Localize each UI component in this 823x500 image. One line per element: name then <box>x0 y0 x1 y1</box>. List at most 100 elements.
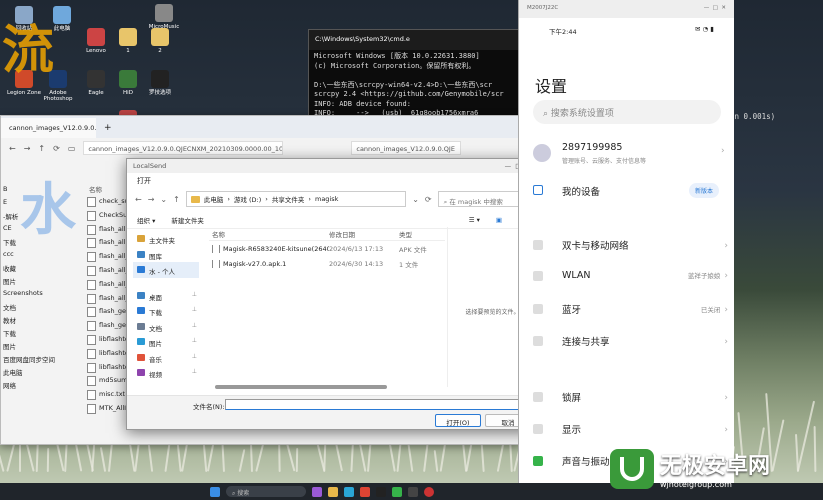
list-item[interactable]: libflashtool <box>83 346 128 360</box>
horizontal-scrollbar[interactable] <box>215 385 387 389</box>
my-device-label[interactable]: 我的设备 <box>562 184 600 198</box>
dialog-sidebar-item[interactable]: 主文件夹 <box>133 231 199 247</box>
view-options-icon[interactable]: ☰ ▾ <box>469 216 480 224</box>
chrome-icon[interactable] <box>360 486 370 497</box>
sidebar-item[interactable]: 文档 <box>1 299 65 312</box>
dialog-search-input[interactable]: ⌕ 在 magisk 中搜索 <box>437 191 529 207</box>
sidebar-item[interactable]: 图片 <box>1 338 65 351</box>
breadcrumb[interactable]: 此电脑 › 游戏 (D:) › 共享文件夹 › magisk <box>185 191 407 207</box>
wechat-icon[interactable] <box>392 486 402 497</box>
list-item[interactable]: flash_all.sh <box>83 235 128 249</box>
forward-icon[interactable]: → <box>148 195 155 204</box>
list-item[interactable]: MTK_AllInC <box>83 401 128 415</box>
sidebar-item[interactable]: 收藏 <box>1 260 65 273</box>
column-header-name[interactable]: 名称 <box>83 182 128 194</box>
list-item[interactable]: libflashtool <box>83 360 128 374</box>
list-item[interactable]: flash_gen_r <box>83 318 128 332</box>
column-date[interactable]: 修改日期 <box>329 229 399 239</box>
back-icon[interactable]: ← <box>9 144 16 153</box>
sidebar-item[interactable]: 图片 <box>1 273 65 286</box>
dialog-sidebar-item[interactable]: 文档 ⊥ <box>133 319 199 335</box>
list-item[interactable]: check_sum <box>83 194 128 208</box>
chevron-down-icon[interactable]: ⌄ <box>160 195 167 204</box>
list-item[interactable]: flash_all.ba <box>83 222 128 236</box>
new-tab-button[interactable]: + <box>96 118 120 138</box>
cmd-titlebar[interactable]: C:\Windows\System32\cmd.e <box>309 30 519 50</box>
edge-icon[interactable] <box>344 486 354 497</box>
sidebar-item[interactable]: 下载 <box>1 325 65 338</box>
window-controls[interactable]: — □ ✕ <box>704 5 726 13</box>
sidebar-item[interactable]: 此电脑 <box>1 364 65 377</box>
phone-mirror-window[interactable]: M2007J22C — □ ✕ 下午2:44 ✉ ◔ ▮ 设置 ⌕ 搜索系统设置… <box>518 0 734 500</box>
settings-row[interactable]: 显示 › <box>533 422 728 436</box>
explorer-address-bar-2[interactable]: cannon_images_V12.0.9.0.QJE <box>351 141 462 155</box>
refresh-icon[interactable]: ⟳ <box>425 195 432 204</box>
sidebar-item[interactable]: ccc <box>1 247 65 260</box>
organize-button[interactable]: 组织 ▾ <box>137 215 155 225</box>
new-folder-button[interactable]: 新建文件夹 <box>171 215 204 225</box>
qq-icon[interactable] <box>376 486 386 497</box>
forward-icon[interactable]: → <box>24 144 31 153</box>
preview-pane-icon[interactable]: ▣ <box>496 216 502 224</box>
dialog-sidebar-item[interactable]: 视频 ⊥ <box>133 365 199 381</box>
dialog-sidebar-item[interactable]: 桌面 ⊥ <box>133 288 199 304</box>
cmd-output[interactable]: Microsoft Windows [版本 10.0.22631.3880] (c… <box>309 50 519 121</box>
list-item[interactable]: flash_all_ex <box>83 249 128 263</box>
explorer-address-bar[interactable]: cannon_images_V12.0.9.0.QJECNXM_20210309… <box>83 141 284 155</box>
breadcrumb-item[interactable]: magisk <box>315 195 338 203</box>
settings-row[interactable]: WLAN 蓝祥子娘娘 › <box>533 270 728 281</box>
sidebar-item[interactable]: 百度网盘同步空间 <box>1 351 65 364</box>
explorer-tab[interactable]: cannon_images_V12.0.9.0.QJE <box>1 118 96 138</box>
list-item[interactable]: md5sum.ex <box>83 373 128 387</box>
breadcrumb-item[interactable]: 游戏 (D:) <box>234 194 261 204</box>
list-item[interactable]: CheckSum_ <box>83 208 128 222</box>
new-version-badge[interactable]: 新版本 <box>689 183 720 198</box>
sidebar-item[interactable]: 教材 <box>1 312 65 325</box>
back-icon[interactable]: ← <box>135 195 142 204</box>
desktop-icon[interactable]: MicroMusic <box>144 4 184 30</box>
localsend-titlebar[interactable]: LocalSend — □ ✕ <box>127 159 537 173</box>
dialog-sidebar-item[interactable]: 图片 ⊥ <box>133 334 199 350</box>
list-item[interactable]: libflashtool <box>83 332 128 346</box>
desktop-icon[interactable]: 罗技选项 <box>140 70 180 96</box>
filename-input[interactable] <box>225 399 527 410</box>
dialog-sidebar-item[interactable]: 音乐 ⊥ <box>133 350 199 366</box>
folder-icon[interactable] <box>328 486 338 497</box>
file-row[interactable]: Magisk-R6583240E-kitsune(26403).a...2024… <box>209 241 445 256</box>
chevron-down-icon[interactable]: ⌄ <box>412 195 419 204</box>
list-item[interactable]: flash_all_ex <box>83 263 128 277</box>
list-item[interactable]: flash_all_lo <box>83 277 128 291</box>
record-icon[interactable] <box>424 486 434 497</box>
list-item[interactable]: flash_all_lo <box>83 291 128 305</box>
avatar[interactable] <box>533 144 551 162</box>
list-item[interactable]: flash_gen_c <box>83 304 128 318</box>
up-icon[interactable]: ↑ <box>173 195 180 204</box>
account-name[interactable]: 2897199985 <box>562 142 622 153</box>
settings-row[interactable]: 蓝牙 已关闭 › <box>533 302 728 316</box>
desktop-icon[interactable]: 2 <box>140 28 180 54</box>
column-name[interactable]: 名称 <box>209 229 329 239</box>
terminal-icon[interactable] <box>408 486 418 497</box>
breadcrumb-item[interactable]: 此电脑 <box>204 194 224 204</box>
list-item[interactable]: misc.txt <box>83 387 128 401</box>
dialog-sidebar-item[interactable]: 图库 <box>133 247 199 263</box>
task-view-icon[interactable] <box>312 486 322 497</box>
dialog-sidebar-item[interactable]: 下载 ⊥ <box>133 303 199 319</box>
settings-row[interactable]: 双卡与移动网络 › <box>533 238 728 252</box>
settings-search-input[interactable]: ⌕ 搜索系统设置项 <box>533 100 721 124</box>
sidebar-item[interactable]: 网络 <box>1 377 65 390</box>
open-button[interactable]: 打开(O) <box>435 414 481 427</box>
file-row[interactable]: Magisk-v27.0.apk.1 2024/6/30 14:13 1 文件 <box>209 256 445 271</box>
column-type[interactable]: 类型 <box>399 229 445 239</box>
settings-row[interactable]: 锁屏 › <box>533 390 728 404</box>
open-file-dialog[interactable]: LocalSend — □ ✕ 打开 ✕ ← → ⌄ ↑ 此电脑› 游戏 (D:… <box>126 158 538 430</box>
up-icon[interactable]: ↑ <box>38 144 45 153</box>
refresh-icon[interactable]: ⟳ <box>53 144 60 153</box>
taskbar-search[interactable]: ⌕ 搜索 <box>226 486 306 497</box>
sidebar-item[interactable]: Screenshots <box>1 286 65 299</box>
breadcrumb-item[interactable]: 共享文件夹 <box>272 194 305 204</box>
monitor-icon[interactable]: ▭ <box>68 144 76 153</box>
phone-titlebar[interactable]: M2007J22C — □ ✕ <box>519 0 734 18</box>
dialog-sidebar-item[interactable]: ›水 - 个人 <box>133 262 199 278</box>
start-icon[interactable] <box>210 486 220 497</box>
